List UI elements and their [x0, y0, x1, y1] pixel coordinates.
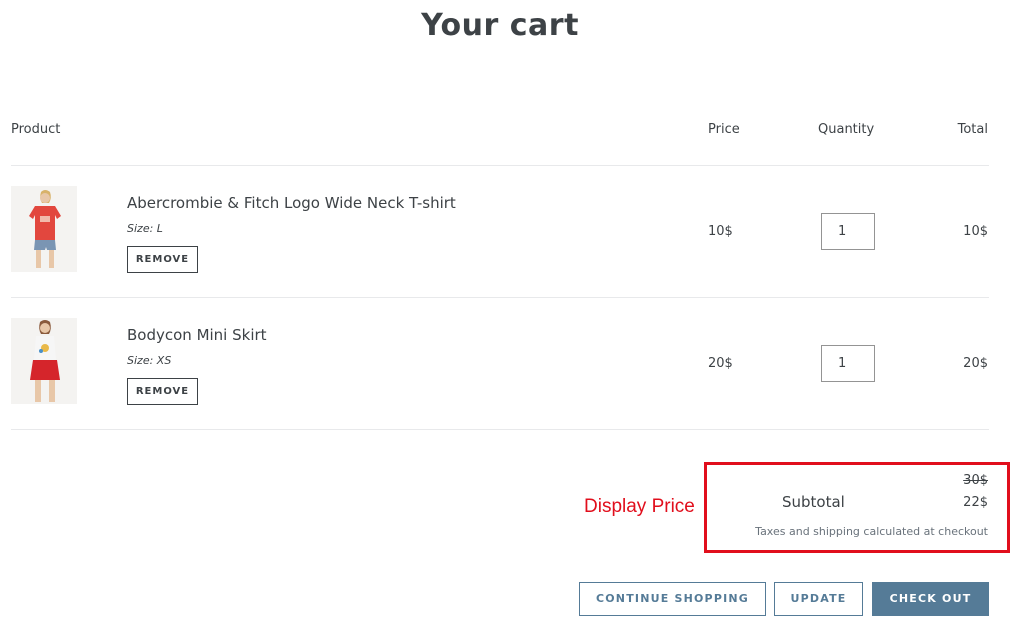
product-title[interactable]: Abercrombie & Fitch Logo Wide Neck T-shi… [127, 194, 456, 212]
subtotal-label: Subtotal [782, 493, 845, 511]
update-button[interactable]: UPDATE [774, 582, 863, 616]
remove-button[interactable]: REMOVE [127, 378, 198, 405]
tax-note: Taxes and shipping calculated at checkou… [755, 525, 988, 538]
cart-item-row: Abercrombie & Fitch Logo Wide Neck T-shi… [0, 166, 1024, 296]
remove-button[interactable]: REMOVE [127, 246, 198, 273]
product-title[interactable]: Bodycon Mini Skirt [127, 326, 267, 344]
model-red-tshirt-image [11, 186, 77, 272]
original-price: 30$ [963, 473, 988, 488]
product-image[interactable] [11, 186, 77, 272]
product-size: Size: XS [127, 354, 172, 367]
checkout-button[interactable]: CHECK OUT [872, 582, 989, 616]
continue-shopping-button[interactable]: CONTINUE SHOPPING [579, 582, 766, 616]
quantity-input[interactable]: 1 [821, 213, 875, 250]
page-title: Your cart [421, 8, 579, 43]
product-price: 10$ [708, 224, 733, 239]
header-price: Price [708, 122, 740, 137]
cart-item-row: Bodycon Mini Skirt Size: XS REMOVE 20$ 1… [0, 298, 1024, 428]
quantity-input[interactable]: 1 [821, 345, 875, 382]
cart-page: Your cart Product Price Quantity Total A… [0, 0, 1024, 625]
header-total: Total [957, 122, 988, 137]
product-price: 20$ [708, 356, 733, 371]
header-product: Product [11, 122, 61, 137]
header-quantity: Quantity [818, 122, 875, 137]
annotation-label: Display Price [584, 496, 695, 517]
product-image[interactable] [11, 318, 77, 404]
subtotal-value: 22$ [963, 495, 988, 510]
row-divider [11, 429, 989, 430]
line-total: 20$ [963, 356, 988, 371]
line-total: 10$ [963, 224, 988, 239]
model-red-skirt-image [11, 318, 77, 404]
product-size: Size: L [127, 222, 163, 235]
